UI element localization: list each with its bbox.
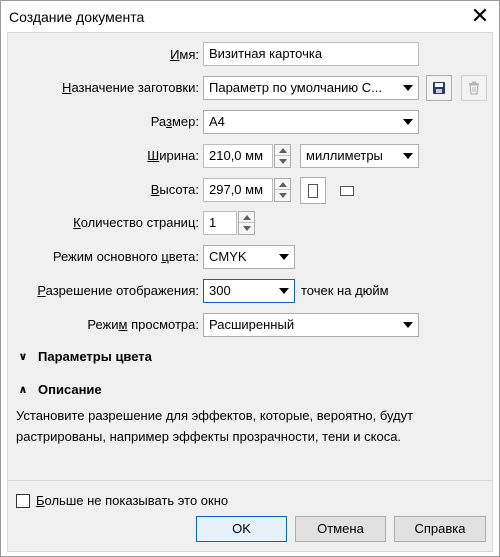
cancel-button[interactable]: Отмена — [295, 516, 386, 542]
width-spinner[interactable] — [274, 144, 291, 168]
arrow-up-icon — [278, 147, 287, 153]
height-field[interactable]: 297,0 мм — [203, 178, 273, 202]
decrement-button[interactable] — [239, 223, 254, 234]
arrow-down-icon — [242, 226, 251, 231]
pages-spinner[interactable] — [238, 211, 255, 235]
preset-dropdown[interactable]: Параметр по умолчанию С... — [203, 76, 419, 100]
increment-button[interactable] — [275, 179, 290, 190]
decrement-button[interactable] — [275, 190, 290, 201]
height-label: Высота: — [150, 182, 199, 197]
title-bar: Создание документа ✕ — [1, 1, 499, 32]
name-field[interactable]: Визитная карточка — [203, 42, 419, 66]
resolution-value: 300 — [209, 283, 231, 298]
help-button[interactable]: Справка — [394, 516, 486, 542]
view-mode-label: Режим просмотра: — [87, 317, 199, 332]
arrow-up-icon — [278, 181, 287, 187]
view-mode-value: Расширенный — [209, 317, 295, 332]
description-title: Описание — [38, 382, 102, 397]
name-label: Имя: — [170, 47, 199, 62]
footer-divider — [8, 480, 492, 481]
color-mode-dropdown[interactable]: CMYK — [203, 245, 295, 269]
color-mode-value: CMYK — [209, 249, 247, 264]
landscape-button[interactable] — [334, 183, 360, 199]
width-label: Ширина: — [147, 148, 199, 163]
size-label: Размер: — [150, 114, 199, 129]
dont-show-again-option[interactable]: Больше не показывать это окно — [16, 493, 228, 508]
increment-button[interactable] — [239, 212, 254, 223]
dialog-body: Имя: Визитная карточка Назначение загото… — [7, 32, 493, 552]
color-settings-title: Параметры цвета — [38, 349, 152, 364]
create-document-dialog: Создание документа ✕ Имя: Визитная карто… — [0, 0, 500, 557]
resolution-unit-label: точек на дюйм — [301, 283, 389, 298]
dont-show-again-checkbox[interactable] — [16, 493, 30, 508]
preset-value: Параметр по умолчанию С... — [209, 80, 383, 95]
decrement-button[interactable] — [275, 156, 290, 167]
arrow-up-icon — [242, 214, 251, 220]
arrow-down-icon — [278, 159, 287, 164]
resolution-label: Разрешение отображения: — [37, 283, 199, 298]
ok-button[interactable]: OK — [196, 516, 287, 542]
height-spinner[interactable] — [274, 178, 291, 202]
size-value: A4 — [209, 114, 225, 129]
view-mode-dropdown[interactable]: Расширенный — [203, 313, 419, 337]
portrait-orientation-icon — [308, 183, 318, 198]
collapse-chevron-icon: ∧ — [18, 384, 28, 396]
units-value: миллиметры — [306, 148, 383, 163]
size-dropdown[interactable]: A4 — [203, 110, 419, 134]
increment-button[interactable] — [275, 145, 290, 156]
preset-label: Назначение заготовки: — [62, 80, 199, 95]
close-icon: ✕ — [470, 3, 490, 28]
chevron-down-icon — [279, 254, 289, 260]
pages-field[interactable]: 1 — [203, 211, 237, 235]
chevron-down-icon — [403, 322, 413, 328]
chevron-down-icon — [403, 153, 413, 159]
pages-label: Количество страниц: — [73, 215, 199, 230]
close-button[interactable]: ✕ — [465, 3, 495, 29]
chevron-down-icon — [403, 119, 413, 125]
width-field[interactable]: 210,0 мм — [203, 144, 273, 168]
save-icon — [433, 82, 445, 94]
dont-show-again-label: Больше не показывать это окно — [36, 493, 229, 508]
description-section-header[interactable]: ∧ Описание — [16, 382, 102, 397]
color-settings-section-header[interactable]: ∨ Параметры цвета — [16, 349, 152, 364]
arrow-down-icon — [278, 193, 287, 198]
save-preset-button[interactable] — [426, 75, 452, 101]
resolution-combobox[interactable]: 300 — [203, 279, 295, 303]
description-text: Установите разрешение для эффектов, кото… — [16, 408, 414, 444]
landscape-orientation-icon — [340, 186, 354, 196]
color-mode-label: Режим основного цвета: — [52, 249, 199, 264]
chevron-down-icon — [279, 288, 289, 294]
chevron-down-icon — [403, 85, 413, 91]
expand-chevron-icon: ∨ — [18, 351, 28, 363]
units-dropdown[interactable]: миллиметры — [300, 144, 419, 168]
portrait-button[interactable] — [300, 177, 326, 204]
delete-preset-button[interactable] — [461, 75, 487, 101]
window-title: Создание документа — [9, 9, 145, 25]
trash-icon — [469, 81, 479, 95]
